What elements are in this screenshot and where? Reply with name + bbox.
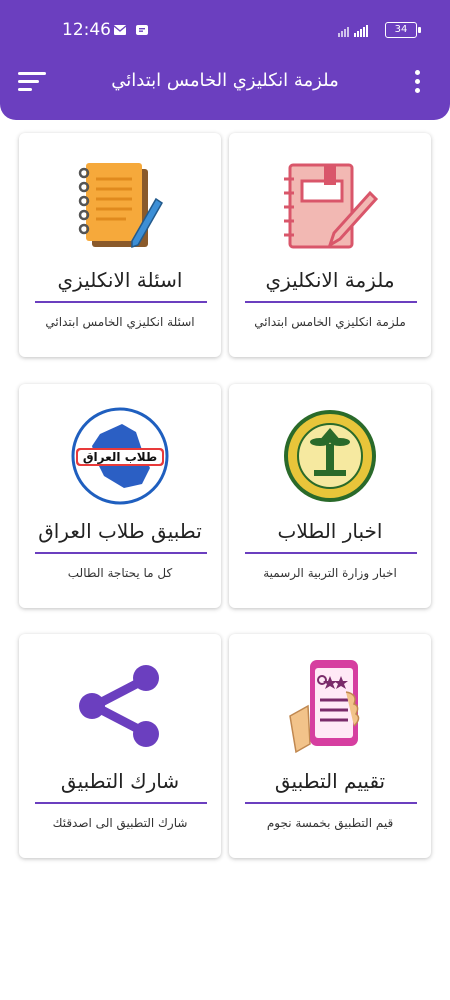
status-time: 12:46 [62,20,111,40]
card-iraq-students-app[interactable]: طلاب العراق تطبيق طلاب العراق كل ما يحتا… [19,384,221,608]
notebook-pen-icon [280,155,380,255]
divider [245,802,417,804]
card-title: ملزمة الانكليزي [265,268,395,292]
page-title: ملزمة انكليزي الخامس ابتدائي [111,70,339,91]
card-share-app[interactable]: شارك التطبيق شارك التطبيق الى اصدقئك [19,634,221,858]
rate-phone-icon [280,656,380,756]
divider [35,552,207,554]
divider [245,552,417,554]
ministry-seal-icon [280,406,380,506]
card-subtitle: ملزمة انكليزي الخامس ابتدائي [254,315,406,329]
card-title: اسئلة الانكليزي [57,268,183,292]
card-english-questions[interactable]: اسئلة الانكليزي اسئلة انكليزي الخامس ابت… [19,133,221,357]
card-rate-app[interactable]: تقييم التطبيق قيم التطبيق بخمسة نجوم [229,634,431,858]
divider [35,301,207,303]
card-title: شارك التطبيق [60,769,180,793]
card-title: تقييم التطبيق [274,769,386,793]
notepad-pencil-icon [70,155,170,255]
divider [245,301,417,303]
iraq-map-icon: طلاب العراق [70,406,170,506]
card-subtitle: كل ما يحتاجة الطالب [67,566,173,580]
card-subtitle: اخبار وزارة التربية الرسمية [263,566,397,580]
notification-icons [113,23,154,42]
card-subtitle: شارك التطبيق الى اصدقئك [52,816,188,830]
status-bar: 12:46 34 [0,0,450,60]
card-student-news[interactable]: اخبار الطلاب اخبار وزارة التربية الرسمية [229,384,431,608]
card-title: اخبار الطلاب [277,519,383,543]
menu-icon[interactable] [18,70,48,94]
card-subtitle: اسئلة انكليزي الخامس ابتدائي [45,315,195,329]
battery-icon: 34 [385,22,421,38]
card-title: تطبيق طلاب العراق [38,519,202,543]
card-english-booklet[interactable]: ملزمة الانكليزي ملزمة انكليزي الخامس ابت… [229,133,431,357]
logo-text: طلاب العراق [82,450,158,464]
share-icon [70,656,170,756]
signal-icon [338,23,380,42]
card-subtitle: قيم التطبيق بخمسة نجوم [266,816,394,830]
divider [35,802,207,804]
app-bar: 12:46 34 ملزمة انكليزي الخامس ابتدائي [0,0,450,120]
more-options-icon[interactable] [410,68,424,96]
